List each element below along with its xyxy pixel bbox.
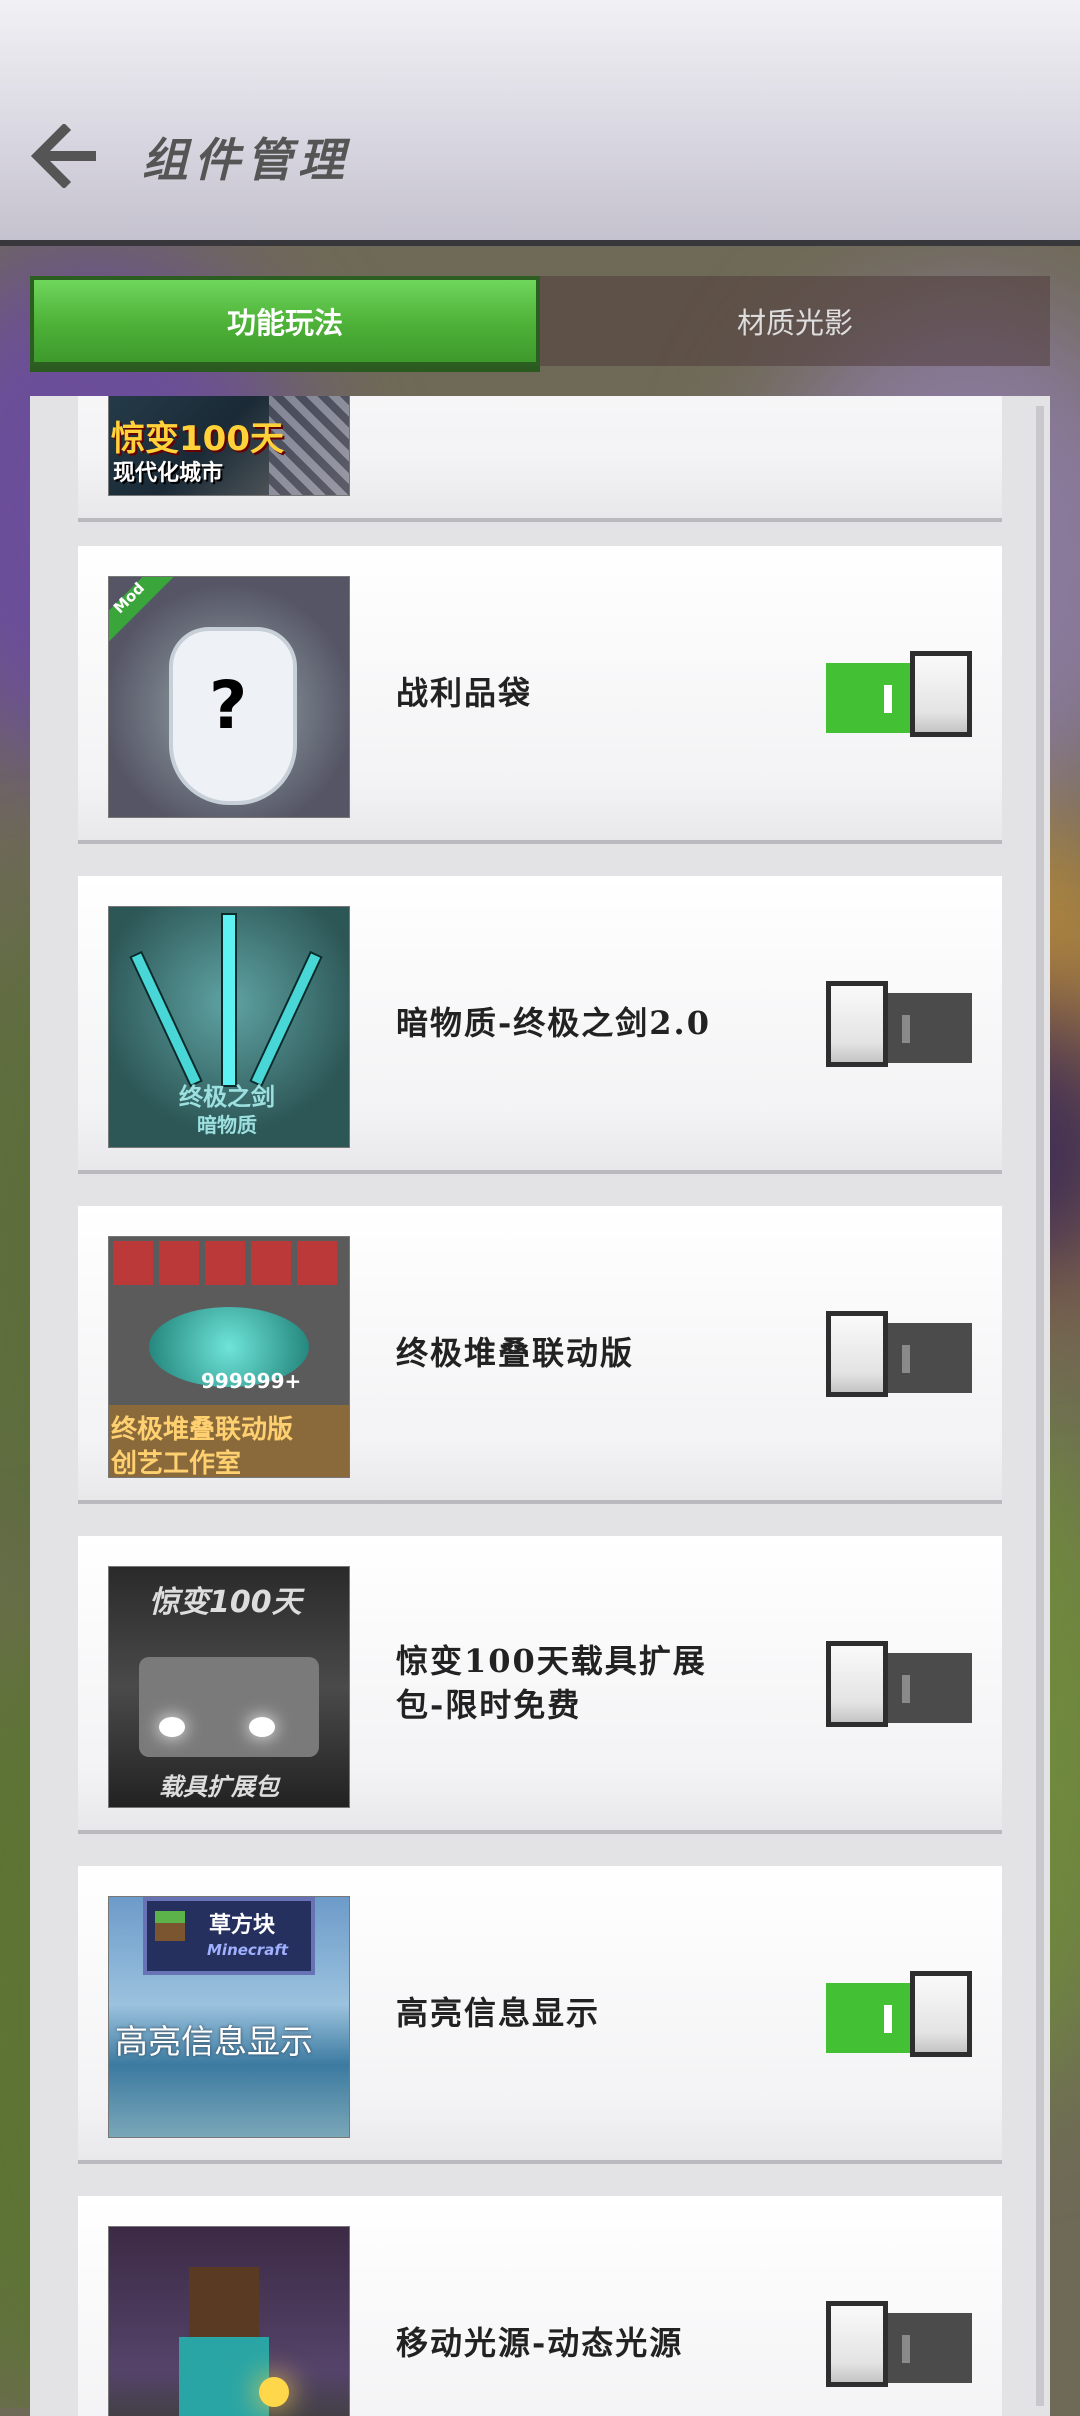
thumb-caption: 创艺工作室 bbox=[111, 1449, 242, 1478]
component-name: 移动光源-动态光源 bbox=[396, 2324, 684, 2362]
list-item[interactable]: 终极之剑 暗物质 暗物质-终极之剑2.0 bbox=[78, 876, 1002, 1174]
component-name: 高亮信息显示 bbox=[396, 1994, 601, 2032]
top-bar: 组件管理 bbox=[0, 0, 1080, 246]
thumb-caption: 现代化城市 bbox=[113, 461, 224, 486]
component-thumbnail: Mod ? bbox=[108, 576, 350, 818]
component-thumbnail: 惊变100天 载具扩展包 bbox=[108, 1566, 350, 1808]
component-name: 战利品袋 bbox=[396, 674, 533, 712]
list-item[interactable]: 草方块 Minecraft 高亮信息显示 高亮信息显示 bbox=[78, 1866, 1002, 2164]
list-item[interactable]: 999999+ 终极堆叠联动版 创艺工作室 终极堆叠联动版 bbox=[78, 1206, 1002, 1504]
enable-toggle[interactable] bbox=[826, 1311, 972, 1397]
thumb-caption: 草方块 bbox=[209, 1913, 276, 1938]
enable-toggle[interactable] bbox=[826, 2301, 972, 2387]
thumb-caption: 载具扩展包 bbox=[159, 1773, 279, 1801]
scrollbar[interactable] bbox=[1036, 406, 1044, 2406]
thumb-caption: Minecraft bbox=[207, 1941, 289, 1959]
page-title: 组件管理 bbox=[142, 133, 350, 187]
enable-toggle[interactable] bbox=[826, 1971, 972, 2057]
component-thumbnail: 999999+ 终极堆叠联动版 创艺工作室 bbox=[108, 1236, 350, 1478]
thumb-caption: 终极堆叠联动版 bbox=[111, 1415, 294, 1445]
thumb-caption: 高亮信息显示 bbox=[115, 2022, 313, 2061]
component-name: 终极堆叠联动版 bbox=[396, 1334, 635, 1372]
enable-toggle[interactable] bbox=[826, 1641, 972, 1727]
thumb-caption: ? bbox=[209, 667, 248, 744]
thumb-caption: 惊变100天 bbox=[111, 419, 284, 459]
list-item[interactable]: 移动光源-动态光源 bbox=[78, 2196, 1002, 2416]
list-item[interactable]: 惊变100天 现代化城市 bbox=[78, 396, 1002, 522]
thumb-caption: 暗物质 bbox=[197, 1113, 257, 1137]
component-thumbnail: 惊变100天 现代化城市 bbox=[108, 396, 350, 496]
tab-textures-shaders[interactable]: 材质光影 bbox=[540, 276, 1050, 366]
tab-bar: 功能玩法 材质光影 bbox=[30, 276, 1050, 366]
tab-features[interactable]: 功能玩法 bbox=[30, 276, 540, 366]
list-item[interactable]: 惊变100天 载具扩展包 惊变100天载具扩展包-限时免费 bbox=[78, 1536, 1002, 1834]
component-thumbnail bbox=[108, 2226, 350, 2416]
thumb-caption: 终极之剑 bbox=[179, 1083, 275, 1111]
thumb-caption: 惊变100天 bbox=[149, 1585, 302, 1620]
component-list[interactable]: 惊变100天 现代化城市 Mod ? 战利品袋 终极之剑 暗物质 暗物质-终极之… bbox=[30, 396, 1050, 2416]
enable-toggle[interactable] bbox=[826, 981, 972, 1067]
list-item[interactable]: Mod ? 战利品袋 bbox=[78, 546, 1002, 844]
component-thumbnail: 草方块 Minecraft 高亮信息显示 bbox=[108, 1896, 350, 2138]
component-name: 惊变100天载具扩展包-限时免费 bbox=[396, 1642, 707, 1724]
component-thumbnail: 终极之剑 暗物质 bbox=[108, 906, 350, 1148]
back-arrow-icon[interactable] bbox=[30, 122, 100, 190]
enable-toggle[interactable] bbox=[826, 651, 972, 737]
component-name: 暗物质-终极之剑2.0 bbox=[396, 1004, 711, 1042]
thumb-caption: 999999+ bbox=[201, 1369, 302, 1393]
